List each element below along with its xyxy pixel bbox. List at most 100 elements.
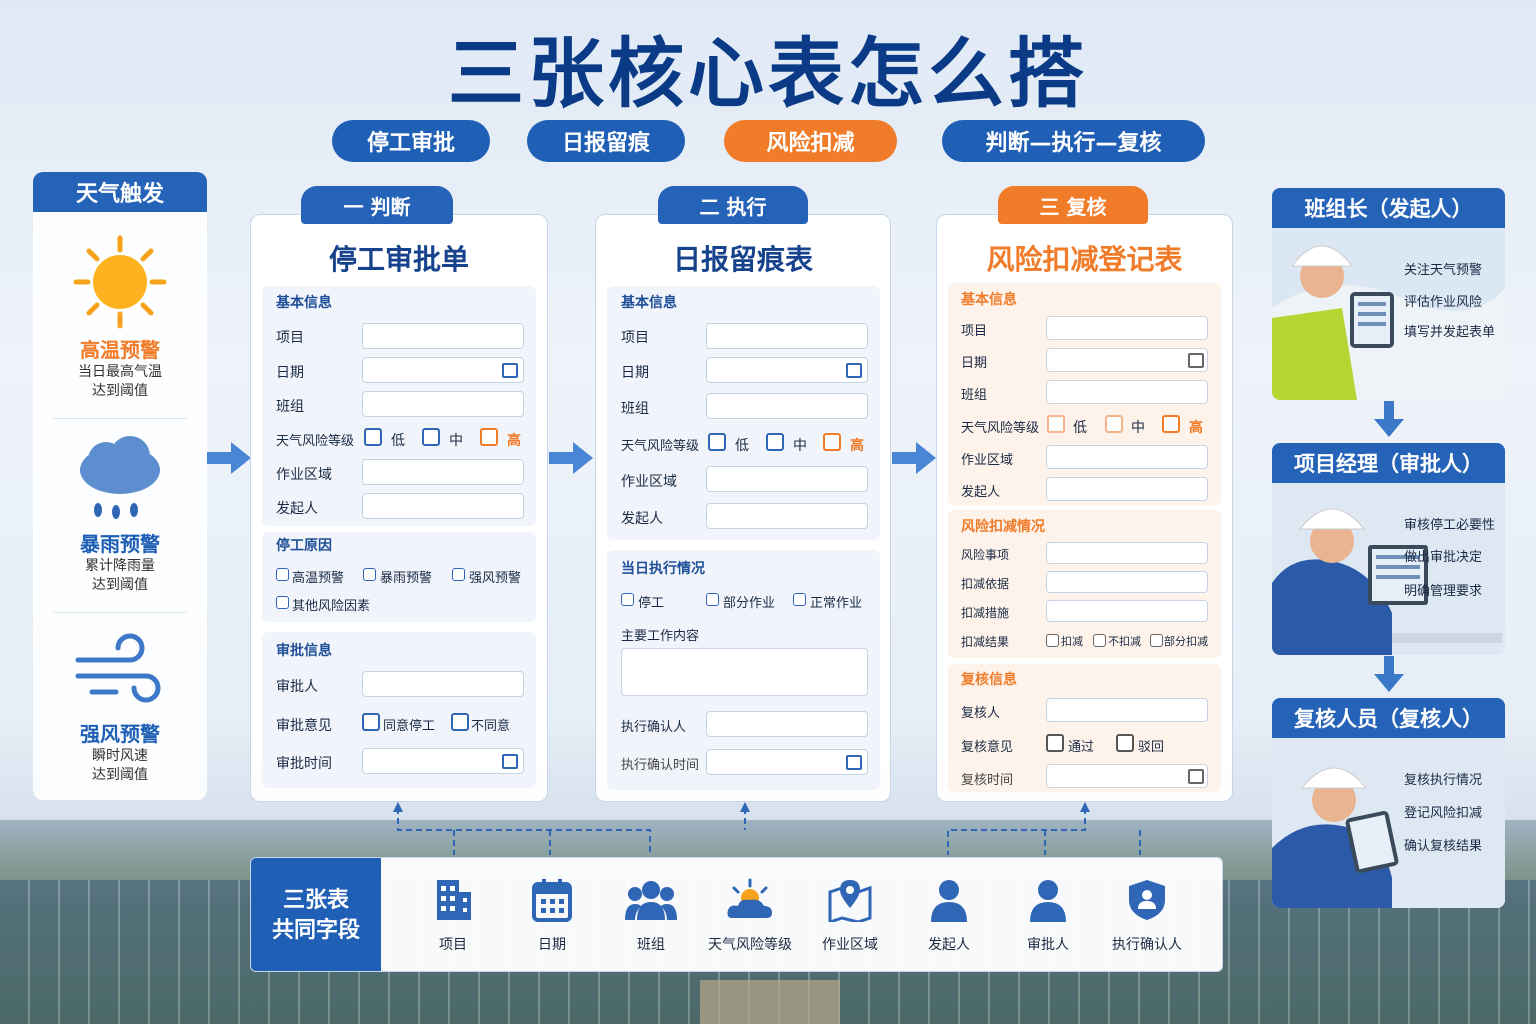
team-input[interactable] — [362, 391, 524, 417]
field-label: 项目 — [276, 330, 304, 346]
result-deduct-checkbox[interactable] — [1046, 634, 1059, 647]
level-high-checkbox[interactable] — [480, 428, 498, 446]
level-mid-label: 中 — [793, 438, 807, 454]
role-task: 明确管理要求 — [1404, 584, 1483, 599]
work-content-textarea[interactable] — [621, 648, 868, 696]
deduction-measure-input[interactable] — [1046, 600, 1208, 622]
shared-field-label: 作业区域 — [822, 937, 878, 953]
shared-field-label: 日期 — [538, 937, 566, 953]
person-icon — [931, 880, 967, 922]
level-low-checkbox[interactable] — [1047, 415, 1065, 433]
calendar-icon[interactable] — [1188, 769, 1204, 784]
confirmer-input[interactable] — [706, 711, 868, 737]
section-header-basic: 基本信息 — [961, 292, 1017, 308]
heat-warning-desc2: 达到阈值 — [92, 383, 148, 399]
status-partial-checkbox[interactable] — [706, 593, 719, 606]
level-mid-checkbox[interactable] — [422, 428, 440, 446]
field-label: 扣减措施 — [961, 606, 1010, 620]
role-task: 确认复核结果 — [1404, 839, 1483, 854]
review-time-input[interactable] — [1046, 764, 1208, 788]
field-label: 发起人 — [621, 511, 663, 527]
result-no-deduct-checkbox[interactable] — [1093, 634, 1106, 647]
project-input[interactable] — [362, 323, 524, 349]
risk-item-input[interactable] — [1046, 542, 1208, 564]
initiator-input[interactable] — [706, 503, 868, 529]
review-label: 通过 — [1068, 740, 1095, 755]
review-pass-checkbox[interactable] — [1046, 734, 1064, 752]
shared-field-date: 日期 — [502, 878, 602, 953]
reason-label: 其他风险因素 — [292, 599, 371, 614]
date-input[interactable] — [1046, 348, 1208, 372]
review-label: 驳回 — [1138, 740, 1165, 755]
shared-field-label: 项目 — [439, 937, 467, 953]
pill-daily-report: 日报留痕 — [527, 120, 685, 162]
level-high-checkbox[interactable] — [823, 433, 841, 451]
calendar-icon[interactable] — [1188, 353, 1204, 368]
field-label: 作业区域 — [621, 474, 677, 490]
shared-header-line2: 共同字段 — [271, 917, 360, 943]
team-input[interactable] — [1046, 380, 1208, 404]
shared-field-confirmer: 执行确认人 — [1097, 878, 1197, 953]
date-input[interactable] — [706, 357, 868, 383]
weather-trigger-panel: 天气触发 高温预警 当日最高气温 达到阈值 暴雨预警 累计降雨量 达到阈值 强风… — [33, 172, 207, 800]
initiator-input[interactable] — [362, 493, 524, 519]
calendar-icon[interactable] — [846, 363, 862, 378]
shared-field-approver: 审批人 — [998, 878, 1098, 953]
area-input[interactable] — [1046, 445, 1208, 469]
level-low-checkbox[interactable] — [364, 428, 382, 446]
opinion-label: 同意停工 — [383, 719, 436, 734]
status-normal-checkbox[interactable] — [793, 593, 806, 606]
level-mid-checkbox[interactable] — [766, 433, 784, 451]
level-high-checkbox[interactable] — [1162, 415, 1180, 433]
rain-cloud-icon — [80, 436, 160, 519]
project-input[interactable] — [1046, 316, 1208, 340]
rain-warning-desc2: 达到阈值 — [92, 577, 148, 593]
opinion-disagree-checkbox[interactable] — [451, 713, 469, 731]
calendar-icon[interactable] — [502, 754, 518, 769]
status-stop-checkbox[interactable] — [621, 593, 634, 606]
pill-risk-deduction: 风险扣减 — [724, 120, 897, 162]
reason-other-checkbox[interactable] — [276, 596, 289, 609]
field-label: 复核意见 — [961, 740, 1014, 755]
field-label: 项目 — [961, 324, 988, 339]
wind-warning-desc2: 达到阈值 — [92, 767, 148, 783]
deduction-basis-input[interactable] — [1046, 571, 1208, 593]
heat-warning-desc1: 当日最高气温 — [78, 364, 162, 380]
rain-warning-label: 暴雨预警 — [80, 532, 160, 556]
level-low-label: 低 — [1073, 420, 1087, 436]
reason-heat-checkbox[interactable] — [276, 568, 289, 581]
confirm-time-input[interactable] — [706, 749, 868, 775]
area-input[interactable] — [362, 459, 524, 485]
level-mid-checkbox[interactable] — [1105, 415, 1123, 433]
approver-input[interactable] — [362, 671, 524, 697]
role-header: 班组长（发起人） — [1272, 188, 1505, 228]
reviewer-input[interactable] — [1046, 698, 1208, 722]
shared-field-weather-level: 天气风险等级 — [700, 878, 800, 953]
date-input[interactable] — [362, 357, 524, 383]
team-icon — [625, 881, 677, 920]
result-partial-checkbox[interactable] — [1150, 634, 1163, 647]
level-mid-label: 中 — [449, 433, 463, 449]
role-project-manager: 项目经理（审批人） 审核停工必要性 做出审批决定 明确管理要求 — [1272, 443, 1505, 655]
review-reject-checkbox[interactable] — [1116, 734, 1134, 752]
reason-rain-checkbox[interactable] — [363, 568, 376, 581]
project-input[interactable] — [706, 323, 868, 349]
map-icon — [828, 880, 872, 925]
card-title-risk-deduction: 风险扣减登记表 — [986, 243, 1183, 276]
sun-icon — [73, 235, 167, 329]
approval-time-input[interactable] — [362, 748, 524, 774]
calendar-icon[interactable] — [846, 755, 862, 770]
card-title-daily-report: 日报留痕表 — [672, 243, 813, 276]
weather-item-wind: 强风预警 瞬时风速 达到阈值 — [33, 628, 207, 785]
role-header: 复核人员（复核人） — [1272, 698, 1505, 738]
team-input[interactable] — [706, 393, 868, 419]
reviewer-illustration — [1272, 738, 1505, 908]
shared-field-label: 审批人 — [1027, 937, 1069, 953]
area-input[interactable] — [706, 466, 868, 492]
opinion-agree-checkbox[interactable] — [362, 713, 380, 731]
reason-wind-checkbox[interactable] — [452, 568, 465, 581]
field-label: 作业区域 — [276, 467, 332, 483]
level-low-checkbox[interactable] — [708, 433, 726, 451]
calendar-icon[interactable] — [502, 363, 518, 378]
initiator-input[interactable] — [1046, 477, 1208, 501]
